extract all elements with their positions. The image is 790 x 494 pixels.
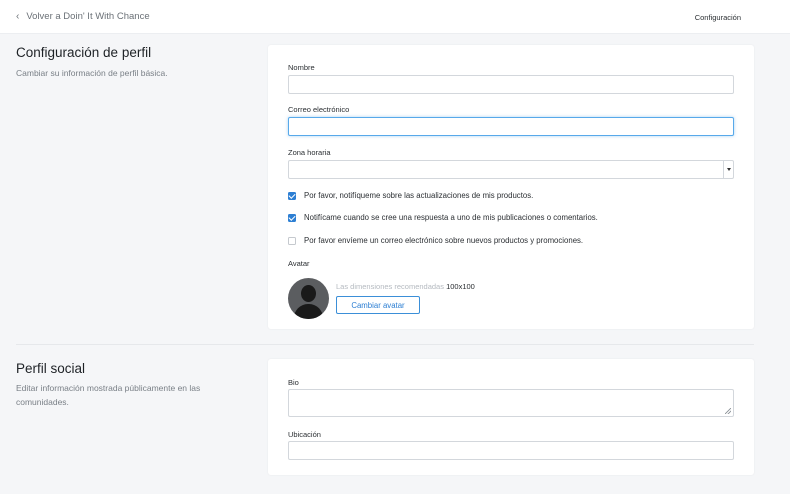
promo-email-row[interactable]: Por favor envíeme un correo electrónico …: [288, 236, 583, 245]
social-section-title: Perfil social: [16, 361, 86, 376]
social-section-description: Editar información mostrada públicamente…: [16, 383, 201, 407]
notify-replies-checkbox[interactable]: [288, 213, 296, 222]
notify-products-label: Por favor, notifíqueme sobre las actuali…: [304, 191, 534, 200]
email-label: Correo electrónico: [288, 105, 350, 114]
section-divider: [16, 344, 754, 345]
avatar-label: Avatar: [288, 259, 310, 268]
notify-products-checkbox[interactable]: [288, 191, 296, 200]
settings-nav-label[interactable]: Configuración: [695, 13, 741, 22]
name-label: Nombre: [288, 63, 315, 72]
bio-textarea[interactable]: [288, 389, 734, 417]
timezone-label: Zona horaria: [288, 148, 331, 157]
location-field[interactable]: [288, 441, 734, 460]
profile-section-description: Cambiar su información de perfil básica.: [16, 68, 168, 78]
social-card: Bio Ubicación: [268, 359, 754, 475]
profile-section-title: Configuración de perfil: [16, 45, 152, 60]
back-link[interactable]: ‹ Volver a Doin' It With Chance: [16, 11, 150, 22]
promo-email-checkbox[interactable]: [288, 236, 296, 245]
top-bar: ‹ Volver a Doin' It With Chance Configur…: [0, 0, 790, 34]
notify-replies-label: Notifícame cuando se cree una respuesta …: [304, 213, 598, 222]
promo-email-label: Por favor envíeme un correo electrónico …: [304, 236, 584, 245]
avatar-hint: Las dimensiones recomendadas 100x100: [336, 282, 475, 291]
timezone-select[interactable]: [288, 160, 734, 179]
resize-handle-icon[interactable]: [725, 408, 731, 414]
email-field[interactable]: [288, 117, 734, 136]
name-field[interactable]: [288, 75, 734, 94]
notify-products-row[interactable]: Por favor, notifíqueme sobre las actuali…: [288, 191, 533, 200]
chevron-down-icon[interactable]: [723, 161, 733, 178]
bio-label: Bio: [288, 378, 299, 387]
chevron-left-icon: ‹: [16, 11, 20, 22]
location-label: Ubicación: [288, 430, 321, 439]
avatar: [288, 278, 329, 319]
back-link-label: Volver a Doin' It With Chance: [26, 11, 150, 22]
profile-card: Nombre Correo electrónico Zona horaria P…: [268, 45, 754, 329]
notify-replies-row[interactable]: Notifícame cuando se cree una respuesta …: [288, 213, 598, 222]
avatar-hint-text: Las dimensiones recomendadas: [336, 282, 444, 291]
change-avatar-button[interactable]: Cambiar avatar: [336, 296, 420, 314]
avatar-dimensions: 100x100: [446, 282, 475, 291]
user-silhouette-icon: [301, 285, 316, 302]
